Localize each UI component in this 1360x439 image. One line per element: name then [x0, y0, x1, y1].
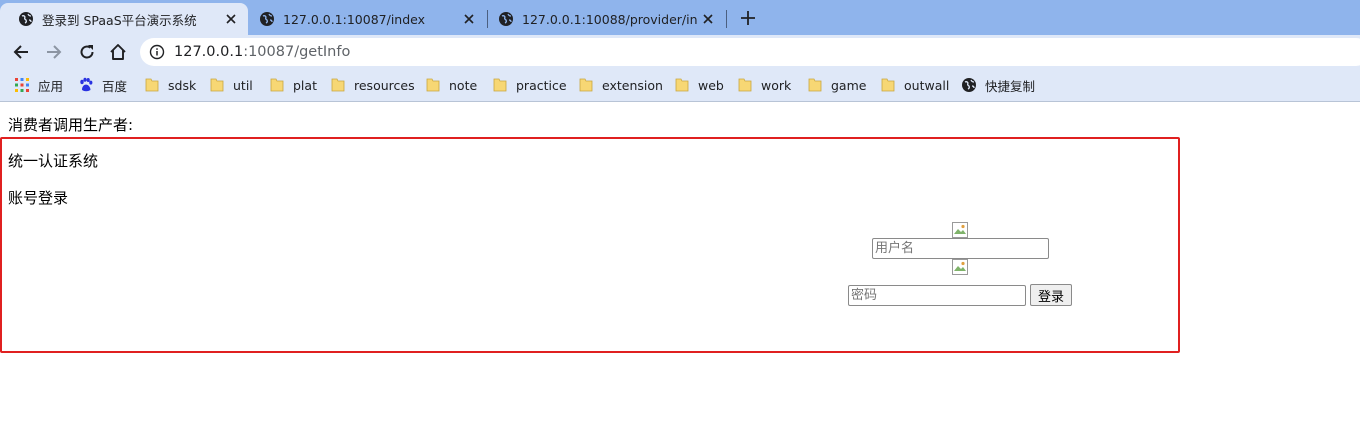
folder-icon: [493, 78, 507, 92]
password-input[interactable]: [848, 285, 1026, 306]
arrow-left-icon: [13, 45, 28, 59]
back-button[interactable]: [10, 41, 32, 63]
bookmark-label: game: [831, 77, 867, 93]
close-icon[interactable]: [220, 8, 242, 30]
username-input[interactable]: [872, 238, 1049, 259]
url-host: 127.0.0.1: [174, 44, 244, 60]
bookmark-label: util: [233, 77, 253, 93]
folder-icon: [210, 78, 224, 92]
bookmark-folder-note[interactable]: note: [425, 76, 477, 94]
info-icon[interactable]: [149, 44, 165, 60]
tab-provider-index[interactable]: 127.0.0.1:10088/provider/index: [480, 3, 725, 35]
bookmark-baidu[interactable]: 百度: [78, 76, 127, 94]
tab-title: 127.0.0.1:10087/index: [283, 11, 426, 27]
broken-image-icon: [952, 259, 968, 275]
bookmark-label: plat: [293, 77, 317, 93]
browser-toolbar: 127.0.0.1:10087/getInfo: [0, 35, 1360, 69]
globe-icon: [19, 12, 33, 26]
bookmark-label: outwall: [904, 77, 950, 93]
tab-title: 127.0.0.1:10088/provider/index: [522, 11, 697, 27]
apps-grid-icon: [15, 78, 29, 92]
bookmark-folder-resources[interactable]: resources: [330, 76, 415, 94]
bookmark-apps[interactable]: 应用: [14, 76, 63, 94]
bookmark-label: work: [761, 77, 792, 93]
tab-separator: [726, 10, 727, 28]
folder-icon: [579, 78, 593, 92]
bookmark-folder-extension[interactable]: extension: [578, 76, 663, 94]
bookmark-folder-work[interactable]: work: [737, 76, 791, 94]
tab-strip: 登录到 SPaaS平台演示系统 127.0.0.1:10087/index 12…: [0, 0, 1360, 35]
url-text: 127.0.0.1:10087/getInfo: [174, 44, 350, 60]
broken-image-icon: [952, 222, 968, 238]
bookmark-label: note: [449, 77, 478, 93]
bookmark-label: sdsk: [168, 77, 197, 93]
bookmark-folder-util[interactable]: util: [209, 76, 253, 94]
folder-icon: [145, 78, 159, 92]
close-icon[interactable]: [697, 8, 719, 30]
bookmark-quick-copy[interactable]: 快捷复制: [961, 76, 1035, 94]
plus-icon: [741, 11, 755, 25]
bookmark-label: 应用: [38, 78, 64, 94]
bookmark-folder-web[interactable]: web: [674, 76, 724, 94]
folder-icon: [331, 78, 345, 92]
bookmarks-bar: 应用 百度 sdsk util plat resources note prac…: [0, 69, 1360, 102]
bookmark-label: 百度: [102, 78, 128, 94]
baidu-paw-icon: [80, 77, 93, 92]
globe-icon: [962, 78, 976, 92]
close-icon[interactable]: [458, 8, 480, 30]
url-path: :10087/getInfo: [243, 44, 351, 60]
folder-icon: [808, 78, 822, 92]
bookmark-label: extension: [602, 77, 663, 93]
reload-button[interactable]: [76, 41, 98, 63]
arrow-right-icon: [47, 45, 62, 59]
folder-icon: [426, 78, 440, 92]
login-title: 账号登录: [8, 189, 69, 207]
bookmark-folder-practice[interactable]: practice: [492, 76, 567, 94]
bookmark-label: web: [698, 77, 724, 93]
forward-button[interactable]: [43, 41, 65, 63]
bookmark-folder-sdsk[interactable]: sdsk: [144, 76, 196, 94]
login-button[interactable]: 登录: [1030, 284, 1072, 306]
consumer-label: 消费者调用生产者:: [8, 116, 134, 134]
folder-icon: [881, 78, 895, 92]
bookmark-label: practice: [516, 77, 567, 93]
reload-icon: [80, 45, 94, 59]
globe-icon: [499, 12, 513, 26]
home-icon: [110, 44, 126, 60]
address-bar[interactable]: 127.0.0.1:10087/getInfo: [140, 38, 1360, 66]
home-button[interactable]: [107, 41, 129, 63]
new-tab-button[interactable]: [737, 7, 759, 29]
system-title: 统一认证系统: [8, 152, 99, 170]
bookmark-folder-game[interactable]: game: [807, 76, 866, 94]
tab-title: 登录到 SPaaS平台演示系统: [42, 12, 197, 28]
folder-icon: [675, 78, 689, 92]
tab-login[interactable]: 登录到 SPaaS平台演示系统: [0, 3, 248, 35]
tab-index[interactable]: 127.0.0.1:10087/index: [241, 3, 486, 35]
bookmark-label: 快捷复制: [985, 78, 1036, 94]
bookmark-folder-plat[interactable]: plat: [269, 76, 317, 94]
folder-icon: [270, 78, 284, 92]
bookmark-label: resources: [354, 77, 415, 93]
globe-icon: [260, 12, 274, 26]
folder-icon: [738, 78, 752, 92]
bookmark-folder-outwall[interactable]: outwall: [880, 76, 949, 94]
